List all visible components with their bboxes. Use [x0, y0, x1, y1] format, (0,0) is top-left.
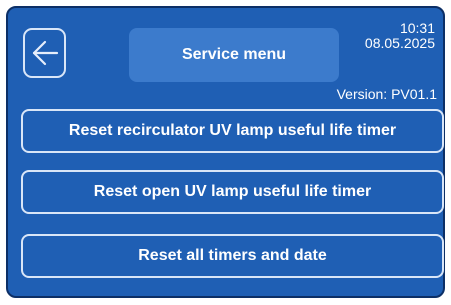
- time-display: 10:31: [399, 20, 435, 36]
- reset-all-timers-button[interactable]: Reset all timers and date: [21, 234, 444, 278]
- back-button[interactable]: [23, 28, 66, 78]
- button-label: Reset open UV lamp useful life timer: [93, 183, 372, 200]
- reset-recirculator-uv-timer-button[interactable]: Reset recirculator UV lamp useful life t…: [21, 109, 444, 153]
- date-display: 08.05.2025: [364, 35, 435, 51]
- button-label: Reset all timers and date: [138, 247, 327, 264]
- version-label: Version: PV01.1: [336, 86, 437, 102]
- reset-open-uv-timer-button[interactable]: Reset open UV lamp useful life timer: [21, 170, 444, 214]
- button-label: Reset recirculator UV lamp useful life t…: [68, 122, 397, 139]
- clock: 10:31 08.05.2025: [365, 21, 435, 51]
- service-screen: Service menu 10:31 08.05.2025 Version: P…: [6, 6, 445, 298]
- page-title: Service menu: [129, 28, 339, 82]
- back-arrow-icon: [32, 40, 58, 66]
